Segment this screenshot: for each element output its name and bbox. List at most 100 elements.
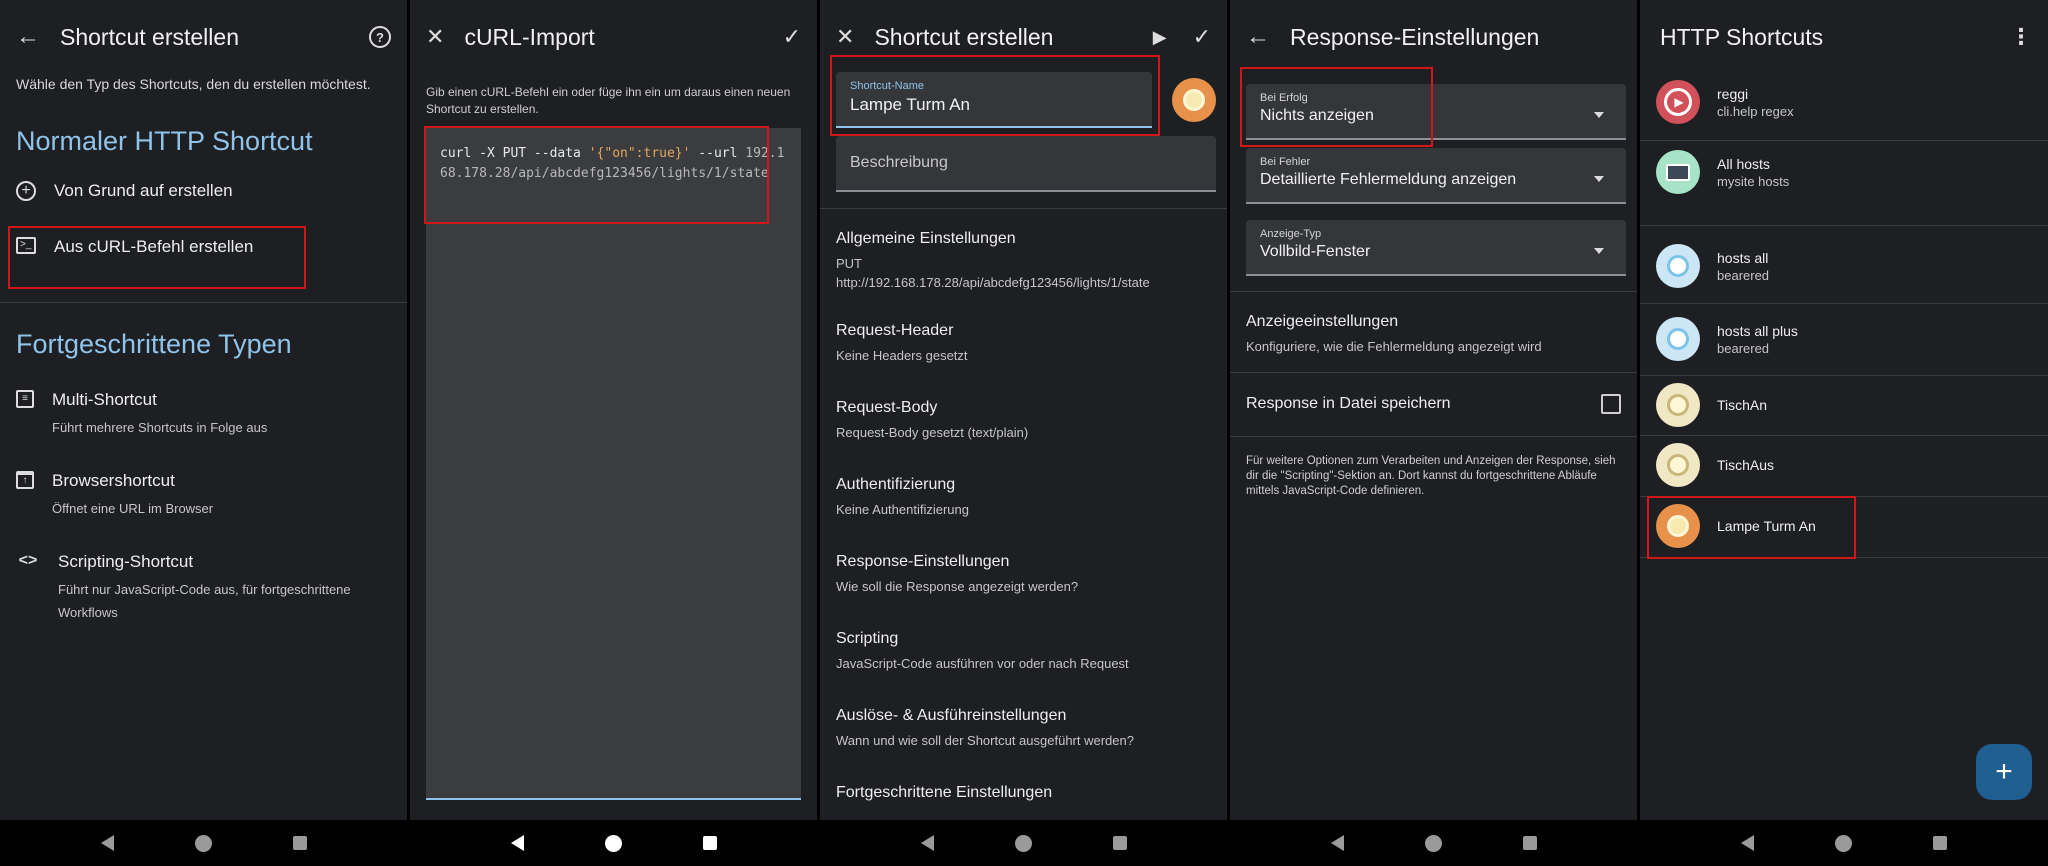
save-to-file-row[interactable]: Response in Datei speichern (1246, 394, 1621, 414)
nav-recents-icon[interactable] (292, 836, 307, 850)
nav-back-icon[interactable] (920, 835, 934, 851)
failure-dropdown[interactable]: Bei Fehler Detaillierte Fehlermeldung an… (1246, 148, 1626, 204)
item-description: Führt mehrere Shortcuts in Folge aus (52, 420, 268, 435)
nav-home-icon[interactable] (604, 834, 622, 852)
checkbox-icon[interactable] (1601, 394, 1621, 414)
shortcut-description: cli.help regex (1717, 103, 1794, 119)
check-icon[interactable]: ✓ (783, 24, 801, 50)
curl-input[interactable]: curl -X PUT --data '{"on":true}' --url 1… (426, 128, 801, 800)
nav-home-icon[interactable] (1834, 834, 1852, 852)
item-display-settings[interactable]: Anzeigeeinstellungen Konfiguriere, wie d… (1230, 313, 1637, 356)
divider (1640, 140, 2048, 141)
app-bar: ✕ cURL-Import ✓ (410, 0, 817, 74)
item-title: Request-Body (836, 399, 938, 416)
list-item-shortcut[interactable]: TischAus (1656, 443, 1774, 487)
item-browser-shortcut[interactable]: ↑ Browsershortcut Öffnet eine URL im Bro… (0, 471, 407, 520)
system-nav-bar (820, 820, 1227, 866)
shortcut-description: bearered (1717, 267, 1770, 283)
shortcut-name: TischAn (1717, 397, 1768, 413)
app-bar: ← Response-Einstellungen (1230, 0, 1637, 74)
close-icon[interactable]: ✕ (426, 24, 444, 50)
page-title: Shortcut erstellen (874, 23, 1054, 50)
item-title: Multi-Shortcut (52, 390, 157, 409)
nav-back-icon[interactable] (100, 835, 114, 851)
item-description: PUT http://192.168.178.28/api/abcdefg1234… (836, 254, 1211, 292)
nav-recents-icon[interactable] (1933, 836, 1948, 850)
nav-back-icon[interactable] (1330, 835, 1344, 851)
list-icon: ≡ (16, 390, 34, 408)
item-from-scratch[interactable]: + Von Grund auf erstellen (0, 181, 407, 201)
lightbulb-icon (1656, 383, 1700, 427)
page-title: Response-Einstellungen (1290, 23, 1540, 50)
play-icon[interactable]: ▶ (1153, 27, 1167, 48)
back-arrow-icon[interactable]: ← (16, 23, 40, 51)
divider (1640, 435, 2048, 436)
divider (1230, 372, 1637, 373)
highlight-box (1240, 67, 1433, 147)
list-item-shortcut[interactable]: hosts all plus bearered (1656, 317, 1798, 361)
item-request-body[interactable]: Request-Body Request-Body gesetzt (text/… (820, 399, 1227, 442)
add-shortcut-button[interactable]: + (1976, 744, 2032, 800)
close-icon[interactable]: ✕ (836, 24, 854, 50)
nav-home-icon[interactable] (1424, 834, 1442, 852)
system-nav-bar (410, 820, 817, 866)
shortcut-name: All hosts (1717, 155, 1770, 172)
item-advanced-settings[interactable]: Fortgeschrittene Einstellungen (820, 784, 1227, 802)
overflow-menu-icon[interactable]: ⋮ (2010, 24, 2032, 50)
app-bar: ← Shortcut erstellen ? (0, 0, 407, 74)
nav-home-icon[interactable] (1014, 834, 1032, 852)
list-item-shortcut[interactable]: TischAn (1656, 383, 1767, 427)
divider (0, 302, 407, 303)
nav-recents-icon[interactable] (1112, 836, 1127, 850)
nav-back-icon[interactable] (1740, 835, 1754, 851)
item-description: Wie soll die Response angezeigt werden? (836, 579, 1079, 594)
curl-description: Gib einen cURL-Befehl ein oder füge ihn … (426, 85, 791, 116)
page-title: cURL-Import (464, 23, 595, 50)
item-trigger-execution[interactable]: Auslöse- & Ausführeinstellungen Wann und… (820, 707, 1227, 750)
page-title: Shortcut erstellen (60, 23, 239, 50)
back-arrow-icon[interactable]: ← (1246, 23, 1270, 51)
item-response-settings[interactable]: Response-Einstellungen Wie soll die Resp… (820, 553, 1227, 596)
item-title: Fortgeschrittene Einstellungen (836, 784, 1053, 801)
item-scripting-shortcut[interactable]: <> Scripting-Shortcut Führt nur JavaScri… (0, 552, 407, 624)
list-item-shortcut[interactable]: ▶ reggi cli.help regex (1656, 80, 1794, 124)
item-request-header[interactable]: Request-Header Keine Headers gesetzt (820, 322, 1227, 365)
screen-curl-import: ✕ cURL-Import ✓ Gib einen cURL-Befehl ei… (410, 0, 820, 866)
play-circle-icon: ▶ (1656, 80, 1700, 124)
nav-recents-icon[interactable] (702, 836, 717, 850)
section-normal-http: Normaler HTTP Shortcut (16, 126, 313, 156)
field-placeholder: Beschreibung (850, 154, 948, 171)
nav-recents-icon[interactable] (1522, 836, 1537, 850)
item-authentication[interactable]: Authentifizierung Keine Authentifizierun… (820, 476, 1227, 519)
item-label: Von Grund auf erstellen (54, 181, 233, 200)
shortcut-name: hosts all plus (1717, 322, 1798, 339)
help-icon[interactable]: ? (369, 26, 391, 48)
nav-home-icon[interactable] (194, 834, 212, 852)
shortcut-icon-picker[interactable] (1172, 78, 1216, 122)
system-nav-bar (0, 820, 407, 866)
item-title: Request-Header (836, 322, 954, 339)
system-nav-bar (1230, 820, 1637, 866)
item-general-settings[interactable]: Allgemeine Einstellungen PUT http://192.1… (820, 230, 1227, 292)
list-item-shortcut[interactable]: hosts all bearered (1656, 244, 1769, 288)
check-icon[interactable]: ✓ (1193, 24, 1211, 50)
nav-back-icon[interactable] (510, 835, 524, 851)
item-title: Response-Einstellungen (836, 553, 1010, 570)
item-multi-shortcut[interactable]: ≡ Multi-Shortcut Führt mehrere Shortcuts… (0, 390, 407, 439)
dropdown-arrow-icon (1594, 176, 1604, 182)
description-field[interactable]: Beschreibung (836, 136, 1216, 192)
page-subtitle: Wähle den Typ des Shortcuts, den du erst… (16, 76, 371, 92)
item-description: Request-Body gesetzt (text/plain) (836, 425, 1029, 440)
shortcut-name: hosts all (1717, 249, 1769, 266)
lightbulb-icon (1656, 317, 1700, 361)
display-type-dropdown[interactable]: Anzeige-Typ Vollbild-Fenster (1246, 220, 1626, 276)
shortcut-description: bearered (1717, 340, 1770, 356)
section-advanced-types: Fortgeschrittene Typen (16, 329, 292, 359)
item-description: Wann und wie soll der Shortcut ausgeführ… (836, 733, 1134, 748)
item-scripting[interactable]: Scripting JavaScript-Code ausführen vor … (820, 630, 1227, 673)
shortcut-description: mysite hosts (1717, 173, 1790, 189)
shortcut-name: TischAus (1717, 457, 1775, 473)
shortcut-name: reggi (1717, 85, 1749, 102)
list-item-shortcut[interactable]: All hosts mysite hosts (1656, 150, 1789, 194)
field-label: Anzeige-Typ (1260, 228, 1322, 240)
